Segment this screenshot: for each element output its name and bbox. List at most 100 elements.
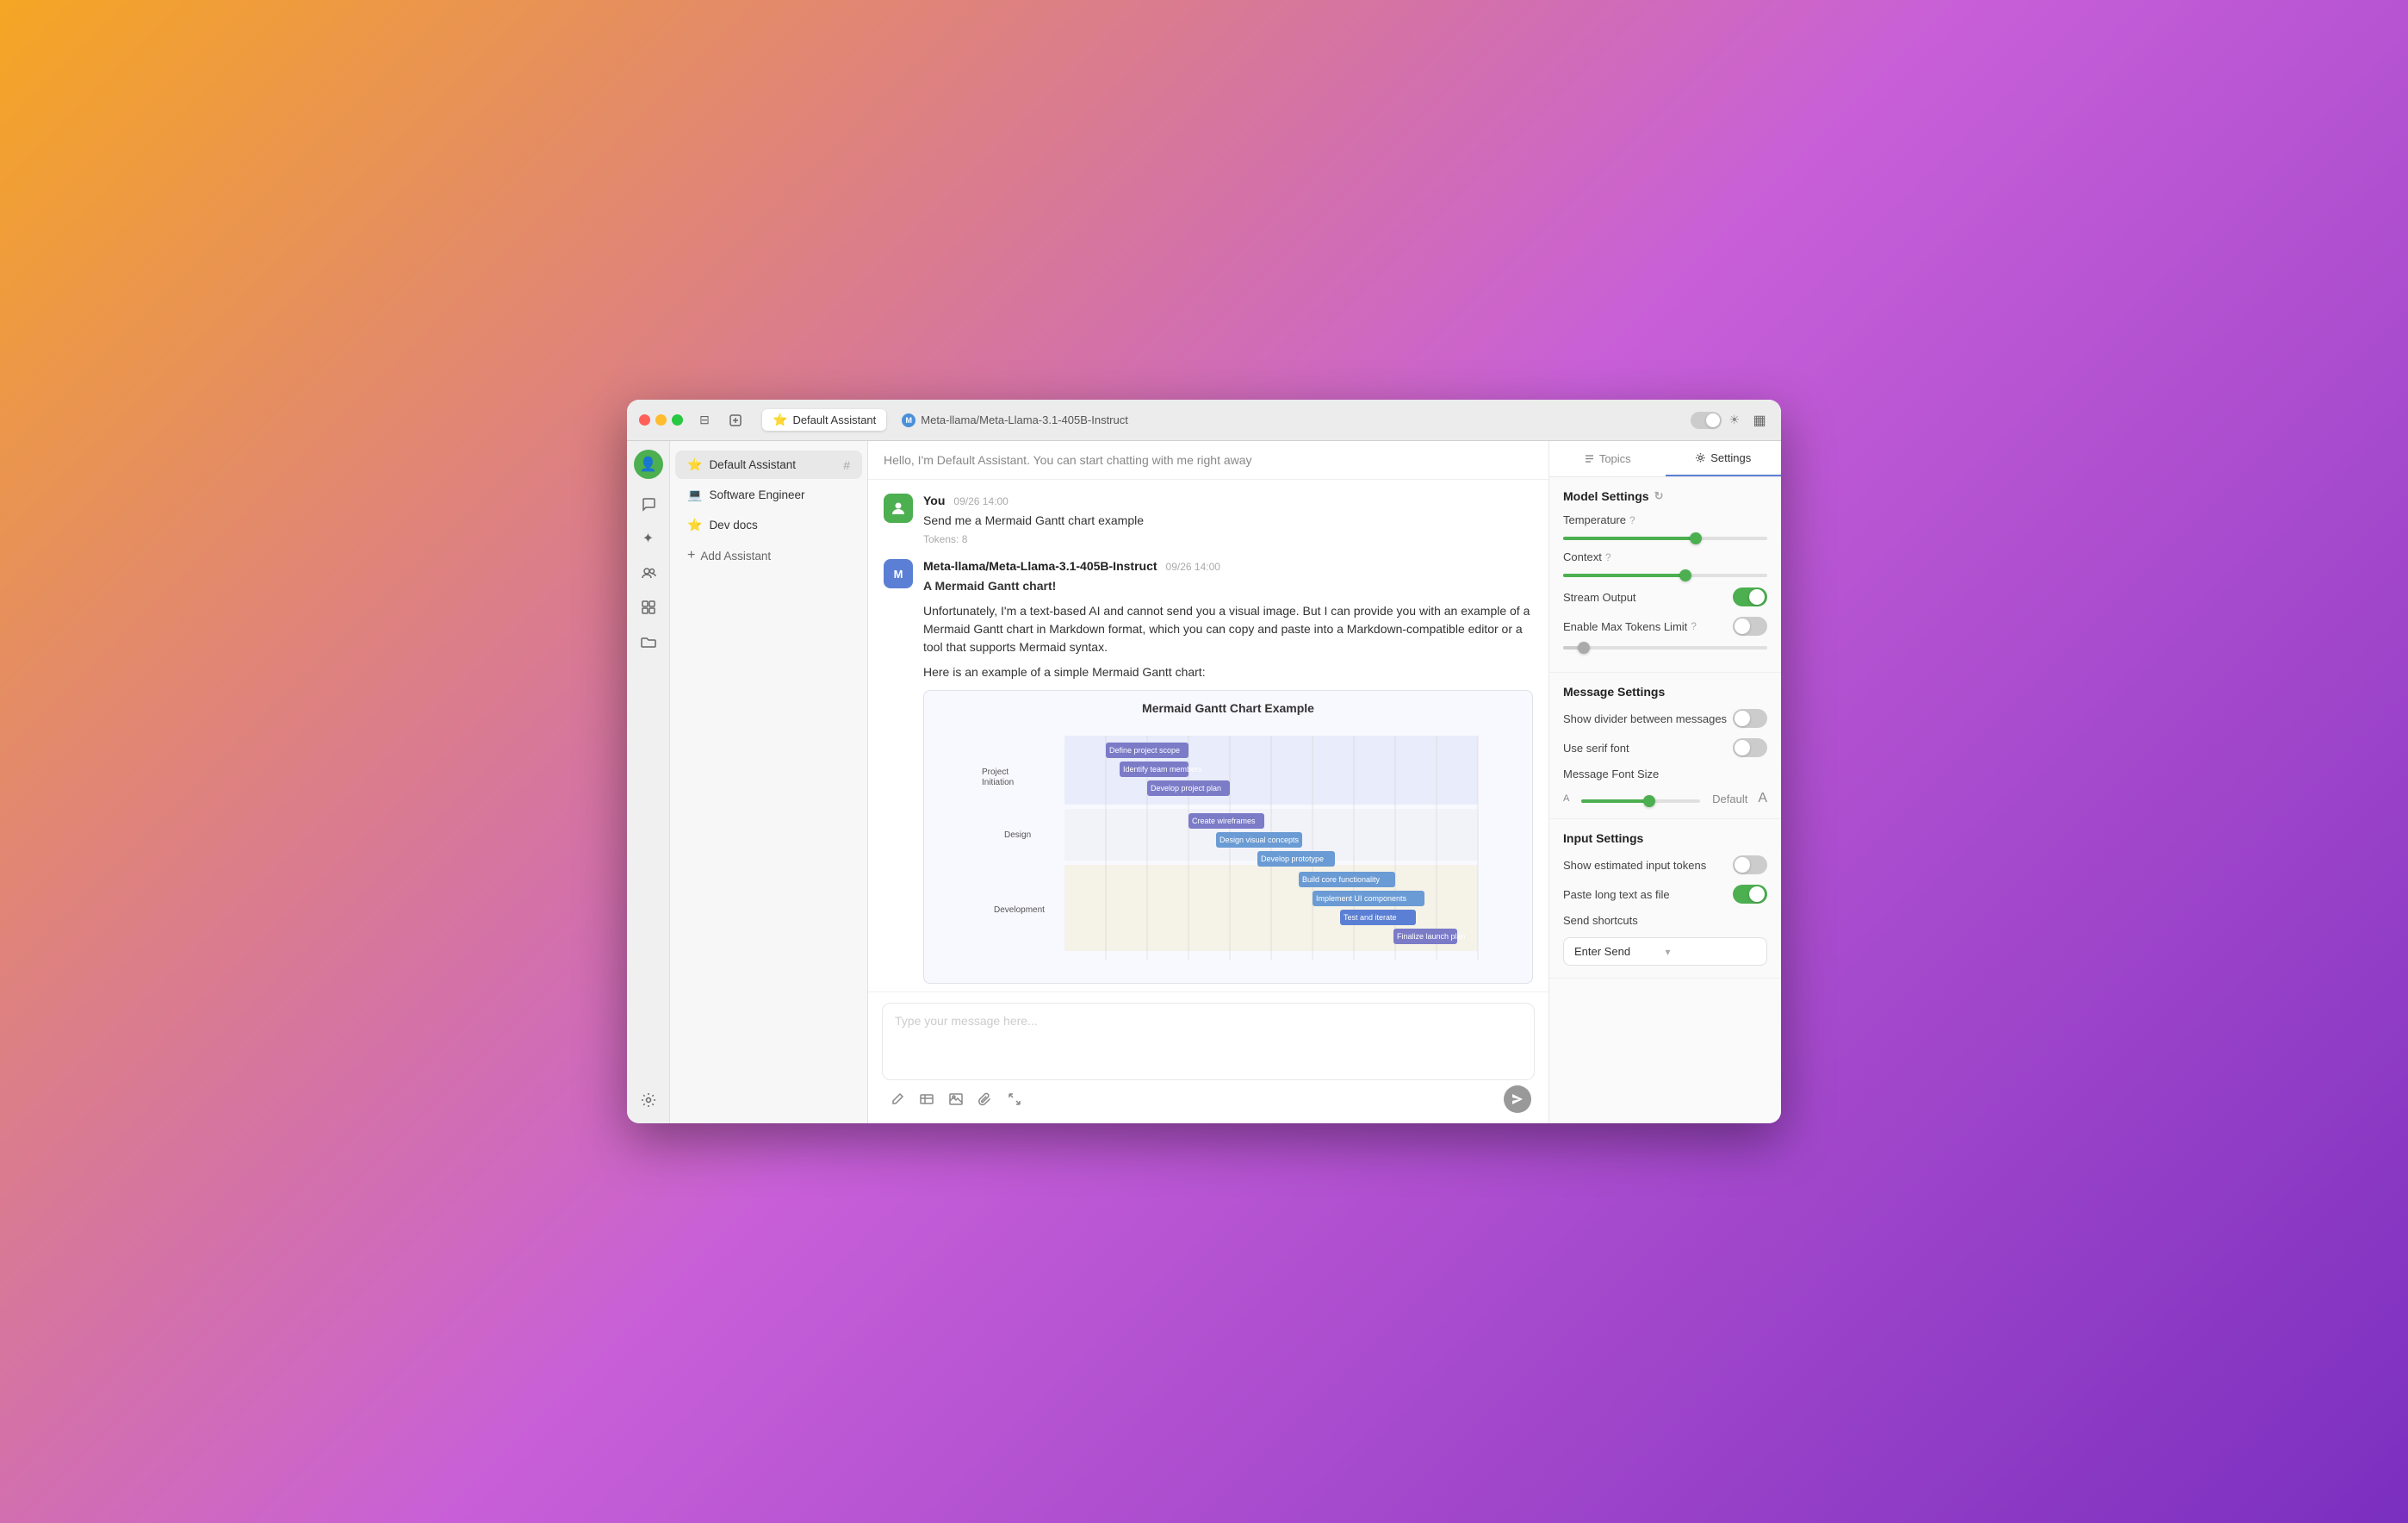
- input-wrapper: Type your message here...: [882, 1003, 1535, 1080]
- main-content: 👤 ✦: [627, 441, 1781, 1123]
- tab-model[interactable]: M Meta-llama/Meta-Llama-3.1-405B-Instruc…: [891, 410, 1139, 431]
- font-size-slider[interactable]: [1581, 794, 1700, 803]
- gantt-svg: Project Initiation Design Development De…: [934, 727, 1522, 968]
- refresh-icon[interactable]: ↻: [1654, 489, 1664, 503]
- svg-text:Implement UI components: Implement UI components: [1316, 894, 1407, 903]
- edit-icon-btn[interactable]: [885, 1087, 909, 1111]
- nav-settings-icon[interactable]: [634, 1085, 663, 1115]
- user-avatar[interactable]: 👤: [634, 450, 663, 479]
- paste-long-text-toggle[interactable]: [1733, 885, 1767, 904]
- ai-text-line2: Unfortunately, I'm a text-based AI and c…: [923, 602, 1533, 656]
- compose-icon[interactable]: [726, 411, 745, 430]
- svg-text:Build core functionality: Build core functionality: [1302, 875, 1381, 884]
- chat-messages[interactable]: You 09/26 14:00 Send me a Mermaid Gantt …: [868, 480, 1548, 992]
- paste-long-text-label: Paste long text as file: [1563, 888, 1733, 901]
- ai-message-text: A Mermaid Gantt chart! Unfortunately, I'…: [923, 577, 1533, 681]
- minimize-button[interactable]: [655, 414, 667, 426]
- gantt-title: Mermaid Gantt Chart Example: [934, 701, 1522, 715]
- paste-long-text-row: Paste long text as file: [1563, 885, 1767, 904]
- expand-icon-btn[interactable]: [1002, 1087, 1027, 1111]
- max-tokens-toggle[interactable]: [1733, 617, 1767, 636]
- input-toolbar: [882, 1080, 1535, 1113]
- close-button[interactable]: [639, 414, 650, 426]
- add-icon: +: [687, 548, 695, 563]
- add-assistant-label: Add Assistant: [700, 550, 771, 563]
- message-user: You 09/26 14:00 Send me a Mermaid Gantt …: [884, 494, 1533, 545]
- maximize-button[interactable]: [672, 414, 683, 426]
- tab-topics[interactable]: Topics: [1549, 441, 1666, 476]
- input-settings-section: Input Settings Show estimated input toke…: [1549, 819, 1781, 979]
- app-window: ⊟ ⭐ Default Assistant M Meta-llama/Meta-…: [627, 400, 1781, 1123]
- sidebar-item-default-assistant[interactable]: ⭐ Default Assistant #: [675, 451, 862, 479]
- chat-input-placeholder[interactable]: Type your message here...: [882, 1003, 1535, 1080]
- font-size-large-a: A: [1758, 791, 1767, 806]
- input-settings-title: Input Settings: [1563, 831, 1767, 845]
- titlebar: ⊟ ⭐ Default Assistant M Meta-llama/Meta-…: [627, 400, 1781, 441]
- serif-font-toggle[interactable]: [1733, 738, 1767, 757]
- send-shortcuts-row: Send shortcuts: [1563, 914, 1767, 927]
- chat-area: Hello, I'm Default Assistant. You can st…: [868, 441, 1548, 1123]
- topics-tab-label: Topics: [1599, 452, 1631, 465]
- ai-message-header: Meta-llama/Meta-Llama-3.1-405B-Instruct …: [923, 559, 1533, 573]
- nav-folder-icon[interactable]: [634, 627, 663, 656]
- user-tokens: Tokens: 8: [923, 533, 1533, 545]
- model-icon: M: [902, 413, 915, 427]
- max-tokens-slider: [1563, 646, 1767, 650]
- sidebar-add-assistant[interactable]: + Add Assistant: [675, 541, 862, 570]
- show-tokens-toggle[interactable]: [1733, 855, 1767, 874]
- user-message-header: You 09/26 14:00: [923, 494, 1533, 507]
- right-panel-toggle[interactable]: ▦: [1750, 411, 1769, 430]
- message-ai: M Meta-llama/Meta-Llama-3.1-405B-Instruc…: [884, 559, 1533, 984]
- show-divider-label: Show divider between messages: [1563, 712, 1733, 725]
- nav-group-icon[interactable]: [634, 558, 663, 587]
- send-shortcuts-value: Enter Send: [1574, 945, 1666, 958]
- tab-default-label: Default Assistant: [792, 413, 876, 426]
- right-panel: Topics Settings Model Settings ↻: [1548, 441, 1781, 1123]
- temperature-slider[interactable]: [1563, 537, 1767, 540]
- chat-header: Hello, I'm Default Assistant. You can st…: [868, 441, 1548, 480]
- show-tokens-row: Show estimated input tokens: [1563, 855, 1767, 874]
- sidebar-toggle-icon[interactable]: ⊟: [695, 411, 714, 430]
- svg-text:Define project scope: Define project scope: [1109, 746, 1180, 755]
- nav-chat-icon[interactable]: [634, 489, 663, 519]
- image-icon-btn[interactable]: [944, 1087, 968, 1111]
- sidebar-item-software-engineer[interactable]: 💻 Software Engineer: [675, 481, 862, 509]
- left-nav: 👤 ✦: [627, 441, 670, 1123]
- context-label: Context ?: [1563, 550, 1767, 563]
- nav-grid-icon[interactable]: [634, 593, 663, 622]
- svg-text:Develop project plan: Develop project plan: [1151, 784, 1221, 793]
- sidebar-label-devdocs: Dev docs: [709, 519, 850, 531]
- temperature-help-icon[interactable]: ?: [1629, 514, 1635, 526]
- user-name: You: [923, 494, 945, 507]
- send-button[interactable]: [1504, 1085, 1531, 1113]
- nav-sparkle-icon[interactable]: ✦: [634, 524, 663, 553]
- stream-output-toggle[interactable]: [1733, 587, 1767, 606]
- attach-icon-btn[interactable]: [973, 1087, 997, 1111]
- show-divider-toggle[interactable]: [1733, 709, 1767, 728]
- max-tokens-row: Enable Max Tokens Limit ?: [1563, 617, 1767, 636]
- ai-text-line3: Here is an example of a simple Mermaid G…: [923, 663, 1533, 681]
- serif-font-label: Use serif font: [1563, 742, 1733, 755]
- font-size-label: Message Font Size: [1563, 768, 1767, 780]
- tab-settings[interactable]: Settings: [1666, 441, 1782, 476]
- user-message-text: Send me a Mermaid Gantt chart example: [923, 512, 1533, 530]
- theme-toggle[interactable]: [1691, 412, 1722, 429]
- titlebar-right: ☀ ▦: [1691, 411, 1769, 430]
- sidebar-emoji-devdocs: ⭐: [687, 518, 702, 532]
- send-shortcuts-select[interactable]: Enter Send ▾: [1563, 937, 1767, 966]
- font-size-row: Message Font Size: [1563, 768, 1767, 780]
- svg-text:Identify team members: Identify team members: [1123, 765, 1202, 774]
- table-icon-btn[interactable]: [915, 1087, 939, 1111]
- temperature-row: Temperature ?: [1563, 513, 1767, 526]
- context-help-icon[interactable]: ?: [1605, 551, 1611, 563]
- chat-header-text: Hello, I'm Default Assistant. You can st…: [884, 453, 1252, 467]
- ai-message-content: Meta-llama/Meta-Llama-3.1-405B-Instruct …: [923, 559, 1533, 984]
- right-panel-tabs: Topics Settings: [1549, 441, 1781, 477]
- tab-model-label: Meta-llama/Meta-Llama-3.1-405B-Instruct: [921, 413, 1128, 426]
- sidebar-item-dev-docs[interactable]: ⭐ Dev docs: [675, 511, 862, 539]
- stream-output-row: Stream Output: [1563, 587, 1767, 606]
- context-slider[interactable]: [1563, 574, 1767, 577]
- max-tokens-help-icon[interactable]: ?: [1691, 620, 1697, 632]
- font-size-default-label: Default: [1712, 793, 1747, 805]
- tab-default-assistant[interactable]: ⭐ Default Assistant: [762, 409, 886, 431]
